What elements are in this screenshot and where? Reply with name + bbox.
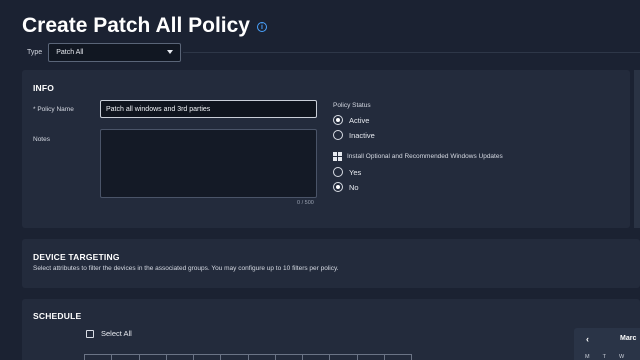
schedule-cell[interactable] [84,354,111,360]
schedule-cell[interactable] [193,354,220,360]
calendar-month: Marc [620,335,637,342]
device-targeting-title: DEVICE TARGETING [33,252,120,262]
side-panel-edge [634,70,640,228]
type-select-value: Patch All [56,48,84,56]
radio-active[interactable] [333,115,343,125]
updates-no-label: No [349,182,359,192]
schedule-cell[interactable] [165,354,193,360]
schedule-cell[interactable] [111,354,138,360]
page-title: Create Patch All Policy i [22,14,267,38]
policy-name-input[interactable]: Patch all windows and 3rd parties [100,100,317,118]
policy-name-label: * Policy Name [33,106,74,113]
schedule-cell[interactable] [383,354,412,360]
windows-updates-label: Install Optional and Recommended Windows… [347,153,503,160]
schedule-grid [84,354,412,360]
status-active-option[interactable]: Active [333,115,369,125]
notes-char-count: 0 / 500 [297,200,314,206]
type-field: Type Patch All [27,42,182,62]
schedule-cell[interactable] [274,354,302,360]
updates-no-option[interactable]: No [333,182,359,192]
calendar-widget: ‹ Marc M T W [574,328,640,360]
schedule-cell[interactable] [138,354,166,360]
status-active-label: Active [349,115,370,125]
updates-yes-option[interactable]: Yes [333,167,361,177]
type-select[interactable]: Patch All [48,42,182,62]
status-inactive-option[interactable]: Inactive [333,130,375,140]
chevron-down-icon [167,50,174,54]
select-all-option[interactable]: Select All [86,329,132,338]
policy-name-value: Patch all windows and 3rd parties [106,105,211,113]
windows-icon [333,152,342,161]
windows-updates-label-row: Install Optional and Recommended Windows… [333,152,503,161]
schedule-cell[interactable] [329,354,356,360]
device-targeting-panel: DEVICE TARGETING Select attributes to fi… [22,239,640,288]
info-panel: INFO * Policy Name Patch all windows and… [22,70,630,228]
info-title: INFO [33,83,55,93]
select-all-label: Select All [101,329,132,338]
info-icon[interactable]: i [256,22,267,32]
radio-inactive[interactable] [333,130,343,140]
schedule-cell[interactable] [220,354,247,360]
schedule-cell[interactable] [356,354,384,360]
header-divider [183,52,640,53]
weekday-label: T [602,354,606,360]
radio-no[interactable] [333,182,343,192]
page-title-text: Create Patch All Policy [22,14,250,37]
policy-status-label: Policy Status [333,102,371,109]
status-inactive-label: Inactive [349,130,375,140]
weekday-label: W [618,354,625,360]
schedule-title: SCHEDULE [33,311,82,321]
type-label: Type [27,48,43,56]
notes-label: Notes [33,136,50,143]
weekday-label: M [585,354,590,360]
schedule-panel: SCHEDULE Select All [22,299,640,360]
radio-yes[interactable] [333,167,343,177]
chevron-left-icon[interactable]: ‹ [586,334,589,344]
device-targeting-description: Select attributes to filter the devices … [33,265,339,272]
notes-textarea[interactable] [100,129,317,198]
updates-yes-label: Yes [349,167,362,177]
calendar-weekdays: M T W [585,354,624,360]
schedule-cell[interactable] [247,354,275,360]
schedule-cell[interactable] [302,354,329,360]
select-all-checkbox[interactable] [86,329,94,338]
